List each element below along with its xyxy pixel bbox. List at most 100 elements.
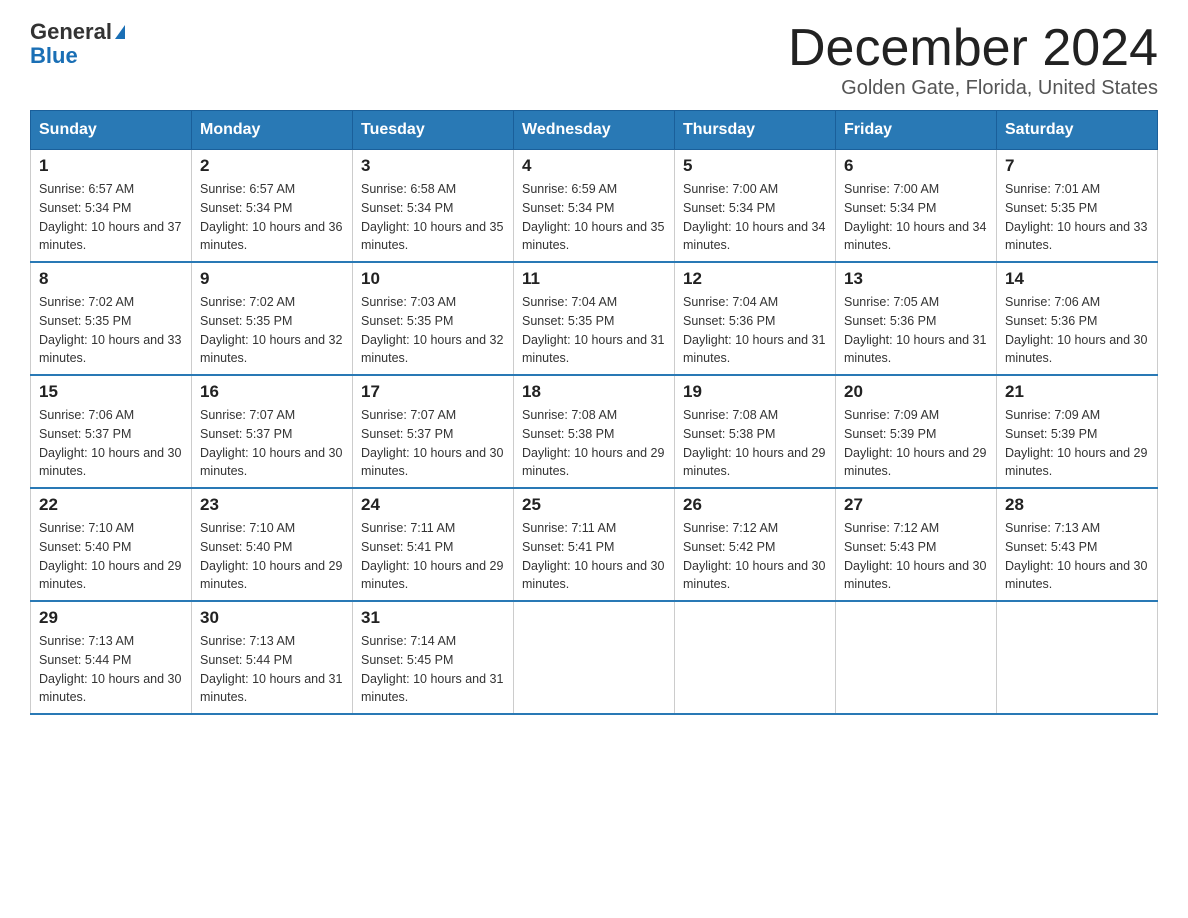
day-info: Sunrise: 7:02 AMSunset: 5:35 PMDaylight:…: [200, 293, 344, 368]
calendar-cell: 14 Sunrise: 7:06 AMSunset: 5:36 PMDayligh…: [997, 262, 1158, 375]
calendar-cell: 5 Sunrise: 7:00 AMSunset: 5:34 PMDaylight…: [675, 150, 836, 263]
day-number: 24: [361, 495, 505, 515]
day-info: Sunrise: 7:04 AMSunset: 5:35 PMDaylight:…: [522, 293, 666, 368]
day-info: Sunrise: 7:06 AMSunset: 5:36 PMDaylight:…: [1005, 293, 1149, 368]
day-info: Sunrise: 7:00 AMSunset: 5:34 PMDaylight:…: [844, 180, 988, 255]
day-info: Sunrise: 6:59 AMSunset: 5:34 PMDaylight:…: [522, 180, 666, 255]
calendar-header-tuesday: Tuesday: [353, 111, 514, 150]
day-info: Sunrise: 7:02 AMSunset: 5:35 PMDaylight:…: [39, 293, 183, 368]
calendar-header-monday: Monday: [192, 111, 353, 150]
day-number: 15: [39, 382, 183, 402]
day-info: Sunrise: 7:11 AMSunset: 5:41 PMDaylight:…: [361, 519, 505, 594]
day-info: Sunrise: 7:08 AMSunset: 5:38 PMDaylight:…: [522, 406, 666, 481]
day-number: 7: [1005, 156, 1149, 176]
logo: General Blue: [30, 20, 125, 68]
day-number: 26: [683, 495, 827, 515]
calendar-header-friday: Friday: [836, 111, 997, 150]
day-number: 18: [522, 382, 666, 402]
day-number: 16: [200, 382, 344, 402]
calendar-cell: 9Sunrise: 7:02 AMSunset: 5:35 PMDaylight…: [192, 262, 353, 375]
calendar-cell: [514, 601, 675, 714]
day-number: 14: [1005, 269, 1149, 289]
calendar-week-row: 15 Sunrise: 7:06 AMSunset: 5:37 PMDayligh…: [31, 375, 1158, 488]
day-info: Sunrise: 7:10 AMSunset: 5:40 PMDaylight:…: [200, 519, 344, 594]
calendar-cell: 1 Sunrise: 6:57 AMSunset: 5:34 PMDaylight…: [31, 150, 192, 263]
day-number: 12: [683, 269, 827, 289]
day-number: 17: [361, 382, 505, 402]
day-number: 4: [522, 156, 666, 176]
calendar-header-sunday: Sunday: [31, 111, 192, 150]
calendar-cell: 3 Sunrise: 6:58 AMSunset: 5:34 PMDaylight…: [353, 150, 514, 263]
calendar-cell: [836, 601, 997, 714]
calendar-cell: 8Sunrise: 7:02 AMSunset: 5:35 PMDaylight…: [31, 262, 192, 375]
day-number: 25: [522, 495, 666, 515]
day-info: Sunrise: 7:01 AMSunset: 5:35 PMDaylight:…: [1005, 180, 1149, 255]
calendar-cell: 7 Sunrise: 7:01 AMSunset: 5:35 PMDaylight…: [997, 150, 1158, 263]
day-info: Sunrise: 7:05 AMSunset: 5:36 PMDaylight:…: [844, 293, 988, 368]
calendar-week-row: 1 Sunrise: 6:57 AMSunset: 5:34 PMDaylight…: [31, 150, 1158, 263]
day-info: Sunrise: 6:57 AMSunset: 5:34 PMDaylight:…: [39, 180, 183, 255]
day-number: 19: [683, 382, 827, 402]
calendar-cell: 28 Sunrise: 7:13 AMSunset: 5:43 PMDayligh…: [997, 488, 1158, 601]
calendar-header-row: SundayMondayTuesdayWednesdayThursdayFrid…: [31, 111, 1158, 150]
logo-blue-text: Blue: [30, 44, 78, 68]
calendar-cell: 29 Sunrise: 7:13 AMSunset: 5:44 PMDayligh…: [31, 601, 192, 714]
day-number: 27: [844, 495, 988, 515]
calendar-cell: 25Sunrise: 7:11 AMSunset: 5:41 PMDayligh…: [514, 488, 675, 601]
calendar-week-row: 8Sunrise: 7:02 AMSunset: 5:35 PMDaylight…: [31, 262, 1158, 375]
day-number: 1: [39, 156, 183, 176]
calendar-cell: 16 Sunrise: 7:07 AMSunset: 5:37 PMDayligh…: [192, 375, 353, 488]
day-info: Sunrise: 7:00 AMSunset: 5:34 PMDaylight:…: [683, 180, 827, 255]
day-number: 31: [361, 608, 505, 628]
day-number: 2: [200, 156, 344, 176]
calendar-cell: 24 Sunrise: 7:11 AMSunset: 5:41 PMDayligh…: [353, 488, 514, 601]
title-section: December 2024 Golden Gate, Florida, Unit…: [788, 20, 1158, 100]
logo-general-text: General: [30, 20, 112, 44]
calendar-cell: 22 Sunrise: 7:10 AMSunset: 5:40 PMDayligh…: [31, 488, 192, 601]
day-info: Sunrise: 7:12 AMSunset: 5:43 PMDaylight:…: [844, 519, 988, 594]
calendar-cell: 23 Sunrise: 7:10 AMSunset: 5:40 PMDayligh…: [192, 488, 353, 601]
day-number: 23: [200, 495, 344, 515]
day-number: 13: [844, 269, 988, 289]
day-info: Sunrise: 7:09 AMSunset: 5:39 PMDaylight:…: [844, 406, 988, 481]
day-number: 6: [844, 156, 988, 176]
month-title: December 2024: [788, 20, 1158, 77]
day-info: Sunrise: 7:13 AMSunset: 5:43 PMDaylight:…: [1005, 519, 1149, 594]
day-number: 30: [200, 608, 344, 628]
day-number: 28: [1005, 495, 1149, 515]
calendar-header-thursday: Thursday: [675, 111, 836, 150]
day-number: 5: [683, 156, 827, 176]
day-info: Sunrise: 7:04 AMSunset: 5:36 PMDaylight:…: [683, 293, 827, 368]
day-number: 10: [361, 269, 505, 289]
calendar-cell: 12 Sunrise: 7:04 AMSunset: 5:36 PMDayligh…: [675, 262, 836, 375]
day-number: 11: [522, 269, 666, 289]
calendar-cell: 30Sunrise: 7:13 AMSunset: 5:44 PMDayligh…: [192, 601, 353, 714]
day-info: Sunrise: 7:10 AMSunset: 5:40 PMDaylight:…: [39, 519, 183, 594]
logo-triangle-icon: [115, 25, 125, 39]
day-info: Sunrise: 7:06 AMSunset: 5:37 PMDaylight:…: [39, 406, 183, 481]
calendar-cell: 31 Sunrise: 7:14 AMSunset: 5:45 PMDayligh…: [353, 601, 514, 714]
calendar-cell: 6 Sunrise: 7:00 AMSunset: 5:34 PMDaylight…: [836, 150, 997, 263]
calendar-cell: 17 Sunrise: 7:07 AMSunset: 5:37 PMDayligh…: [353, 375, 514, 488]
calendar-header-wednesday: Wednesday: [514, 111, 675, 150]
calendar-cell: 27 Sunrise: 7:12 AMSunset: 5:43 PMDayligh…: [836, 488, 997, 601]
calendar-week-row: 22 Sunrise: 7:10 AMSunset: 5:40 PMDayligh…: [31, 488, 1158, 601]
day-info: Sunrise: 7:03 AMSunset: 5:35 PMDaylight:…: [361, 293, 505, 368]
calendar-cell: 26 Sunrise: 7:12 AMSunset: 5:42 PMDayligh…: [675, 488, 836, 601]
day-number: 3: [361, 156, 505, 176]
day-number: 29: [39, 608, 183, 628]
calendar-cell: [675, 601, 836, 714]
calendar-cell: [997, 601, 1158, 714]
day-info: Sunrise: 7:12 AMSunset: 5:42 PMDaylight:…: [683, 519, 827, 594]
day-info: Sunrise: 7:13 AMSunset: 5:44 PMDaylight:…: [39, 632, 183, 707]
day-info: Sunrise: 7:14 AMSunset: 5:45 PMDaylight:…: [361, 632, 505, 707]
page-header: General Blue December 2024 Golden Gate, …: [30, 20, 1158, 100]
day-number: 22: [39, 495, 183, 515]
day-info: Sunrise: 6:58 AMSunset: 5:34 PMDaylight:…: [361, 180, 505, 255]
day-info: Sunrise: 7:07 AMSunset: 5:37 PMDaylight:…: [200, 406, 344, 481]
day-info: Sunrise: 7:09 AMSunset: 5:39 PMDaylight:…: [1005, 406, 1149, 481]
day-info: Sunrise: 7:07 AMSunset: 5:37 PMDaylight:…: [361, 406, 505, 481]
calendar-cell: 15 Sunrise: 7:06 AMSunset: 5:37 PMDayligh…: [31, 375, 192, 488]
calendar-cell: 20Sunrise: 7:09 AMSunset: 5:39 PMDayligh…: [836, 375, 997, 488]
calendar-cell: 13 Sunrise: 7:05 AMSunset: 5:36 PMDayligh…: [836, 262, 997, 375]
